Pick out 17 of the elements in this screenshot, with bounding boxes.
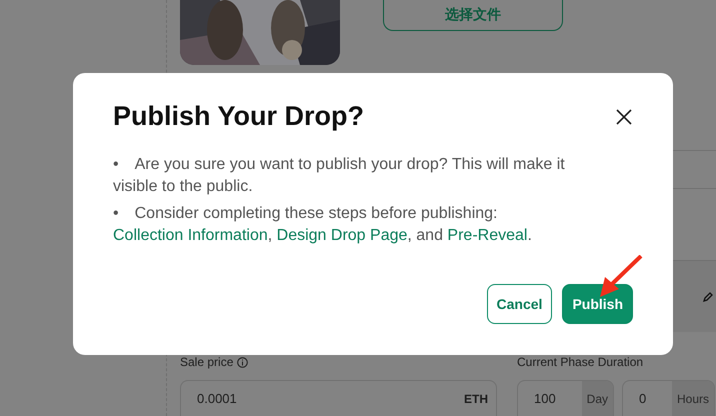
bullet-text: • Are you sure you want to publish your drop? This will make it visible to the public. <box>113 155 566 197</box>
pointer-arrow-icon <box>597 255 643 299</box>
duration-field[interactable]: 0 Hours <box>622 380 715 416</box>
field-label: Sale price <box>180 355 234 369</box>
close-button[interactable] <box>615 108 633 126</box>
duration-field[interactable]: 100 Day <box>517 380 614 416</box>
dialog-title: Publish Your Drop? <box>113 101 364 132</box>
publish-button[interactable]: Publish <box>562 284 633 324</box>
cancel-button[interactable]: Cancel <box>486 284 552 324</box>
link[interactable]: Design Drop Page <box>276 227 408 244</box>
info-icon <box>237 356 248 368</box>
sale-price-field[interactable]: 0.0001 ETH <box>180 380 497 416</box>
bullet-text: • Consider completing these steps before publishing: Collection Information, Design Drop Page, and Pre-Reveal. <box>113 204 533 246</box>
field-label: Current Phase Duration <box>517 355 644 369</box>
pencil-icon[interactable] <box>702 290 714 302</box>
link[interactable]: Pre-Reveal <box>447 227 528 244</box>
link[interactable]: Collection Information <box>113 227 268 244</box>
